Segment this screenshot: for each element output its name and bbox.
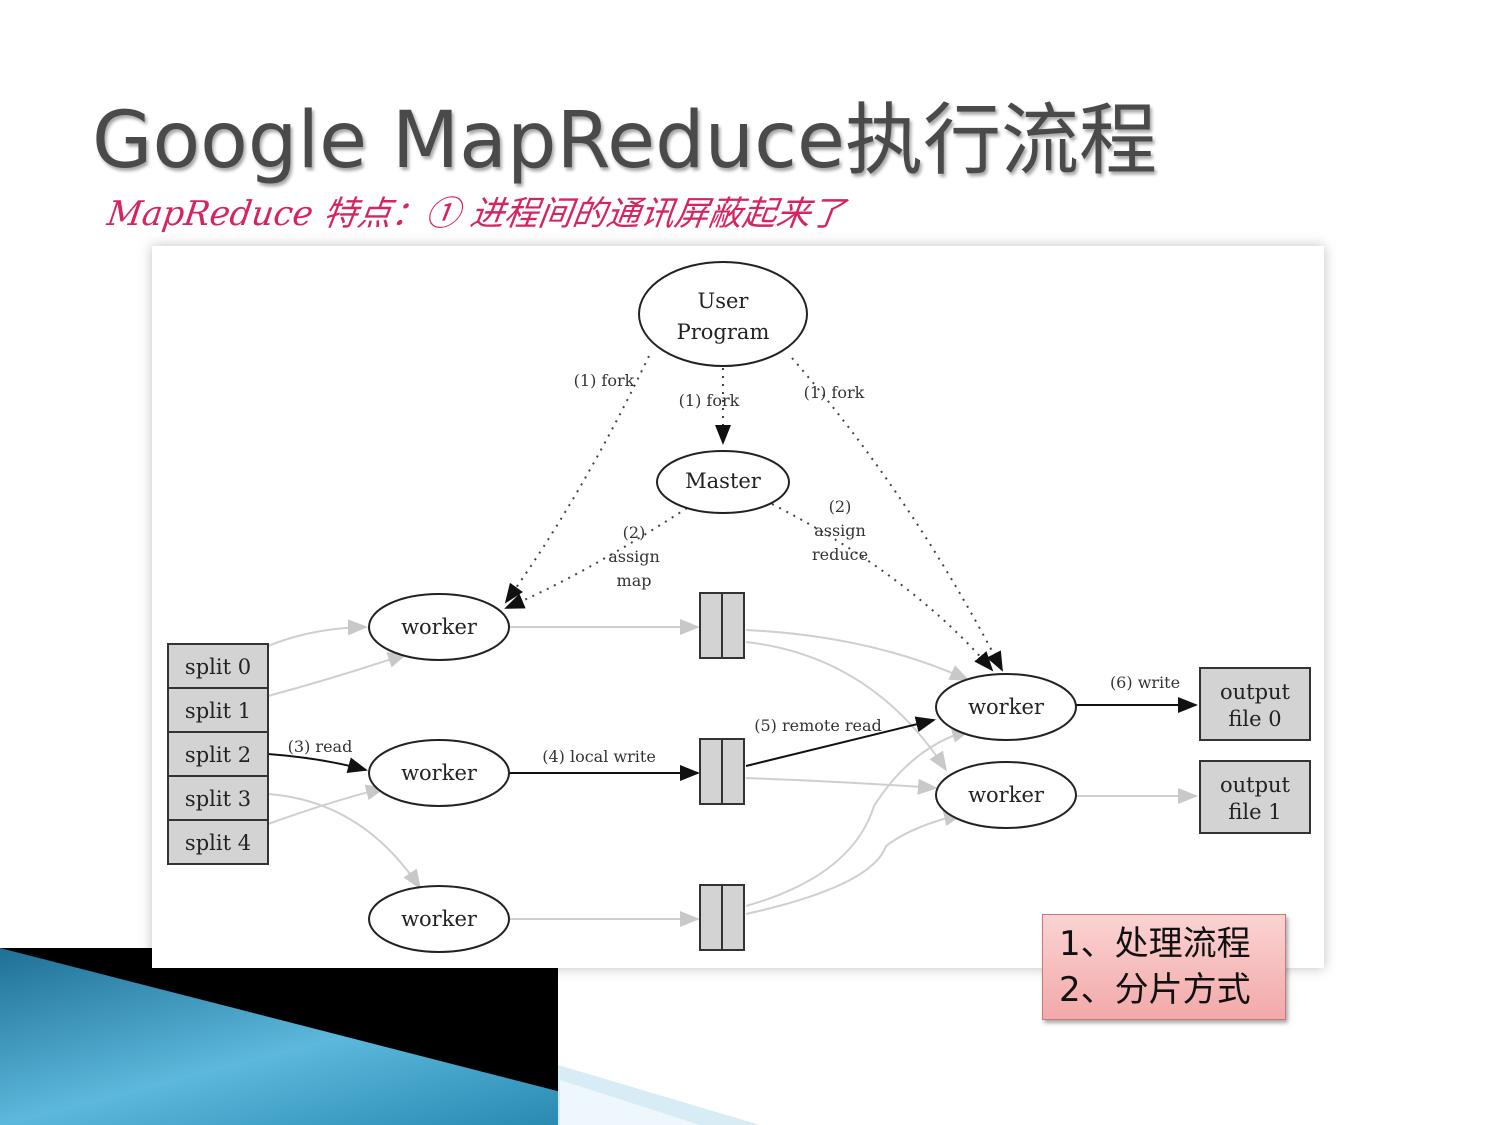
fork-label-left: (1) fork <box>574 371 635 390</box>
output-file-1: output file 1 <box>1199 760 1311 834</box>
intermediate-file-1 <box>699 592 745 659</box>
split-0: split 0 <box>185 655 251 679</box>
fork-edge-right <box>791 357 1003 672</box>
assign-reduce-edge <box>771 503 994 672</box>
output-file-0-line-1: output <box>1220 680 1291 704</box>
master-node: Master <box>656 450 790 514</box>
fork-label-center: (1) fork <box>679 391 740 410</box>
key-points-callout: 1、处理流程 2、分片方式 <box>1042 914 1286 1020</box>
map-worker-2: worker <box>368 739 510 807</box>
split4-to-worker2 <box>267 784 386 825</box>
split0-to-worker1 <box>267 619 368 647</box>
assign-map-word: assign <box>608 547 660 566</box>
read-label: (3) read <box>288 737 353 756</box>
file1-to-reducer1 <box>745 629 970 681</box>
map-worker-3: worker <box>368 885 510 953</box>
split3-to-worker3 <box>267 793 422 890</box>
diagram-canvas: User Program Master split 0 split 1 spli… <box>167 261 1311 953</box>
handwritten-annotation: MapReduce 特点：① 进程间的通讯屏蔽起来了 <box>104 194 848 234</box>
callout-line-1: 1、处理流程 <box>1059 924 1251 964</box>
map-worker-1-label: worker <box>401 615 478 639</box>
reduce-worker-1: worker <box>935 673 1077 741</box>
user-program-node: User Program <box>638 261 808 367</box>
split-1: split 1 <box>185 699 251 723</box>
master-label: Master <box>685 469 762 493</box>
assign-map-edge <box>504 507 688 609</box>
split1-to-worker1 <box>267 652 408 697</box>
assign-map-num: (2) <box>623 523 646 542</box>
reduce-worker-2: worker <box>935 761 1077 829</box>
output-file-1-line-1: output <box>1220 773 1291 797</box>
user-program-label-1: User <box>698 289 750 313</box>
reduce-worker-1-label: worker <box>968 695 1045 719</box>
assign-reduce-num: (2) <box>829 497 852 516</box>
file3-to-reducer2 <box>745 810 964 915</box>
file1-to-reducer2 <box>745 641 948 772</box>
local-write-label: (4) local write <box>542 747 656 766</box>
assign-reduce-word: assign <box>814 521 866 540</box>
split-2: split 2 <box>185 743 251 767</box>
slide-title: Google MapReduce执行流程 <box>92 96 1157 186</box>
assign-reduce-label: reduce <box>812 545 868 564</box>
user-program-label-2: Program <box>677 320 770 344</box>
reduce-worker-2-label: worker <box>968 783 1045 807</box>
split-4: split 4 <box>185 831 251 855</box>
mapreduce-diagram: User Program Master split 0 split 1 spli… <box>152 246 1324 968</box>
map-worker-1: worker <box>368 593 510 661</box>
intermediate-file-3 <box>699 884 745 951</box>
callout-line-2: 2、分片方式 <box>1059 970 1251 1010</box>
remote-read-label: (5) remote read <box>754 716 882 735</box>
map-worker-3-label: worker <box>401 907 478 931</box>
split-3: split 3 <box>185 787 251 811</box>
fork-label-right: (1) fork <box>804 383 865 402</box>
output-file-1-line-2: file 1 <box>1228 800 1281 824</box>
intermediate-file-2 <box>699 738 745 805</box>
input-splits: split 0 split 1 split 2 split 3 split 4 <box>167 643 269 865</box>
read-edge <box>267 753 368 773</box>
write-label: (6) write <box>1110 673 1180 692</box>
output-file-0-line-2: file 0 <box>1228 707 1281 731</box>
output-file-0: output file 0 <box>1199 667 1311 741</box>
assign-map-label: map <box>617 571 652 590</box>
map-worker-2-label: worker <box>401 761 478 785</box>
file2-to-reducer2 <box>745 777 938 795</box>
